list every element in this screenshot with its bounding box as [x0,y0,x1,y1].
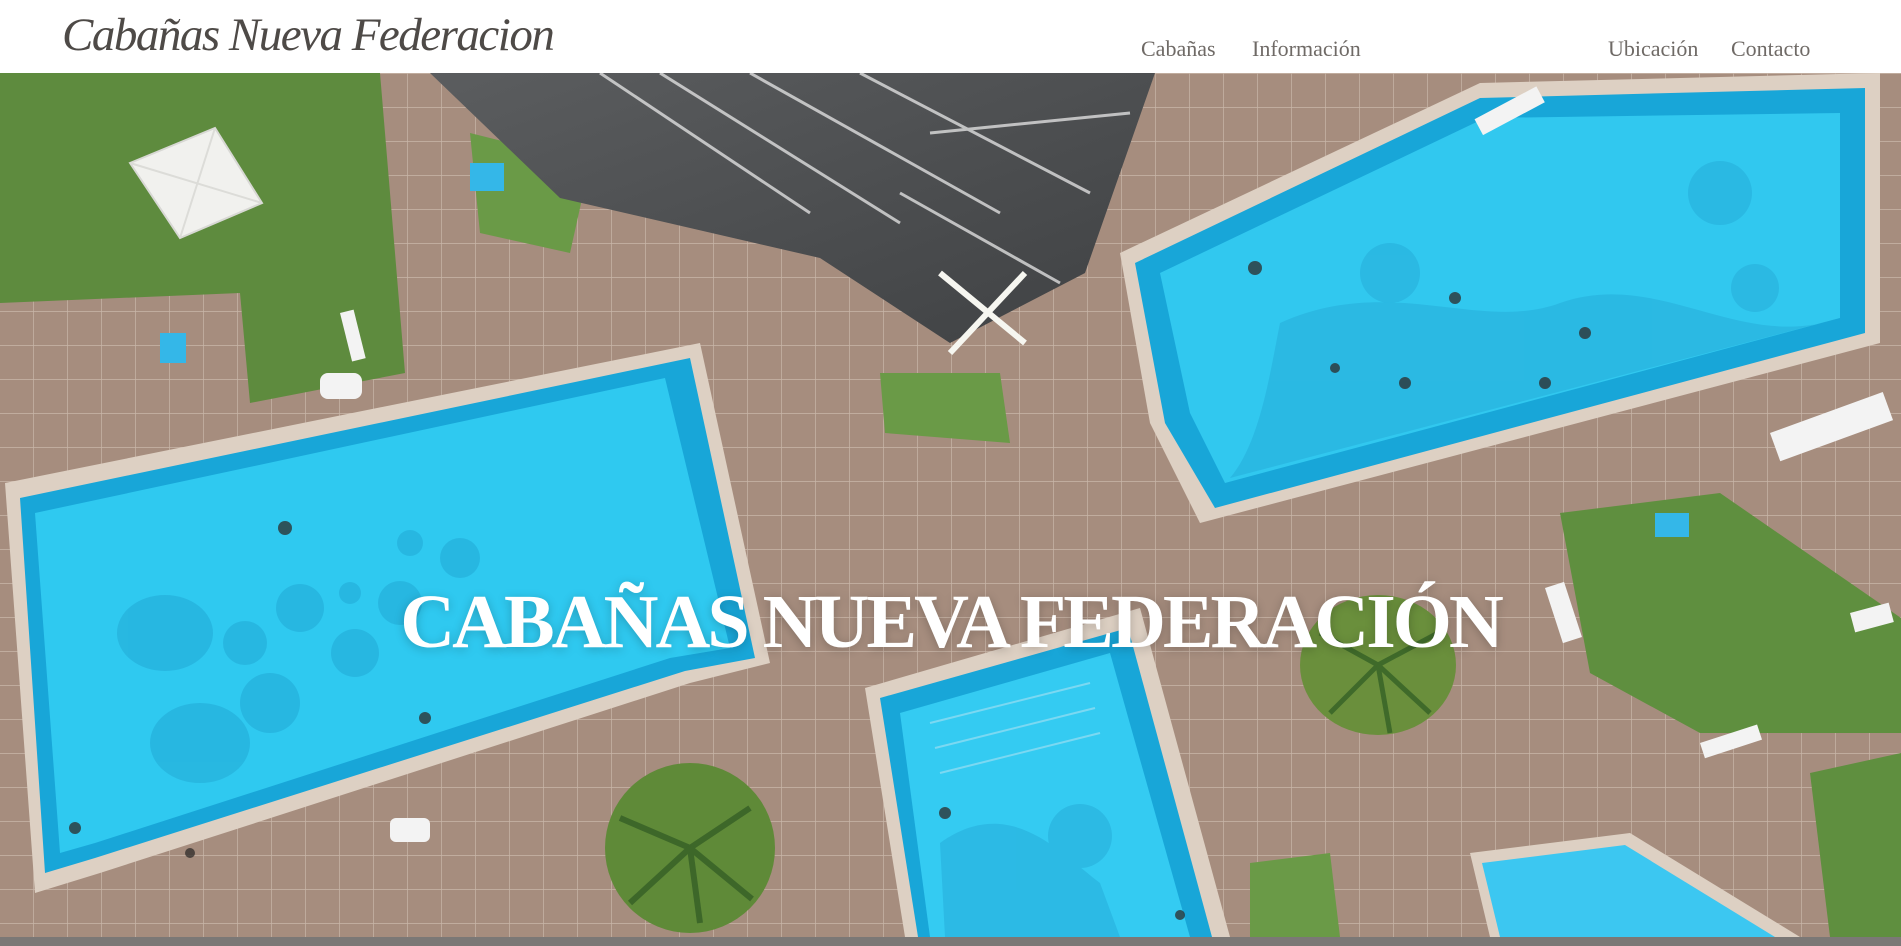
nav-link-informacion[interactable]: Información [1252,36,1361,62]
nav-link-contacto[interactable]: Contacto [1731,36,1810,62]
hero-aerial-image [0,73,1901,937]
hero-section: CABAÑAS NUEVA FEDERACIÓN [0,73,1901,937]
bottom-strip [0,937,1901,946]
nav-link-cabanas[interactable]: Cabañas [1141,36,1216,62]
nav-link-ubicacion[interactable]: Ubicación [1608,36,1698,62]
site-logo[interactable]: Cabañas Nueva Federacion [62,8,555,62]
hero-title: CABAÑAS NUEVA FEDERACIÓN [400,579,1504,664]
site-header: Cabañas Nueva Federacion Cabañas Informa… [0,0,1901,73]
